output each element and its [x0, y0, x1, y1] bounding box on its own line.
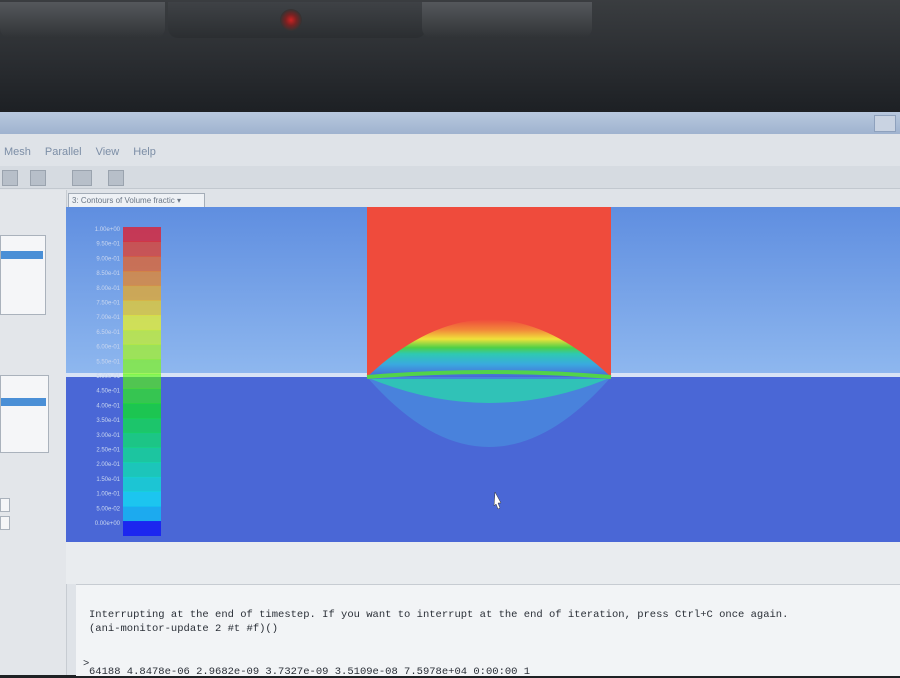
view-dropdown-label: 3: Contours of Volume fractic — [72, 196, 175, 205]
webcam-icon — [280, 9, 302, 31]
legend-label: 6.00e-01 — [96, 345, 120, 351]
menu-item-help[interactable]: Help — [133, 146, 156, 164]
legend-color-swatch — [123, 506, 161, 522]
legend-label: 9.00e-01 — [96, 256, 120, 262]
legend-label: 7.50e-01 — [96, 301, 120, 307]
legend-label: 1.00e-01 — [96, 492, 120, 498]
legend-label: 3.50e-01 — [96, 418, 120, 424]
menu-item-mesh[interactable]: Mesh — [4, 146, 31, 164]
legend-color-swatch — [123, 241, 161, 257]
legend-color-swatch — [123, 403, 161, 419]
toolbar-layout-icon[interactable] — [72, 170, 92, 186]
legend-color-swatch — [123, 271, 161, 287]
legend-label: 7.00e-01 — [96, 315, 120, 321]
legend-color-swatch — [123, 491, 161, 507]
legend-label: 5.00e-01 — [96, 374, 120, 380]
legend-label: 8.50e-01 — [96, 271, 120, 277]
legend-label: 5.00e-02 — [96, 506, 120, 512]
legend-color-swatch — [123, 521, 161, 536]
legend-color-swatch — [123, 329, 161, 345]
outline-panel — [0, 190, 67, 675]
tree-list-top[interactable] — [0, 235, 46, 315]
panel-button[interactable] — [0, 498, 10, 512]
legend-label: 8.00e-01 — [96, 286, 120, 292]
window-close-button[interactable] — [874, 115, 896, 132]
legend-color-swatch — [123, 315, 161, 331]
toolbar-window-icon[interactable] — [30, 170, 46, 186]
viewport-footer — [66, 542, 900, 584]
legend-label: 2.00e-01 — [96, 462, 120, 468]
console-panel[interactable]: Interrupting at the end of timestep. If … — [76, 584, 900, 678]
toolbar-camera-icon[interactable] — [108, 170, 124, 186]
legend-label: 5.50e-01 — [96, 359, 120, 365]
legend-color-swatch — [123, 359, 161, 375]
tree-selected-row[interactable] — [1, 251, 43, 259]
legend-label: 1.00e+00 — [95, 227, 121, 233]
legend-color-swatch — [123, 447, 161, 463]
legend-color-swatch — [123, 344, 161, 360]
toolbar-arrow-icon[interactable] — [2, 170, 18, 186]
window-titlebar — [0, 112, 900, 134]
contour-plot: 1.00e+00 9.50e-01 9.00e-01 8.50e-01 8.00e-01… — [66, 207, 900, 542]
legend-label: 4.00e-01 — [96, 403, 120, 409]
legend-color-swatch — [123, 476, 161, 492]
legend-color-swatch — [123, 388, 161, 404]
menu-bar: Mesh Parallel View Help — [0, 146, 900, 164]
menu-item-parallel[interactable]: Parallel — [45, 146, 82, 164]
legend-label: 0.00e+00 — [95, 521, 121, 527]
legend-label: 4.50e-01 — [96, 389, 120, 395]
legend-color-swatch — [123, 256, 161, 272]
tree-list-bottom[interactable] — [0, 375, 49, 453]
graphics-viewport[interactable]: 1.00e+00 9.50e-01 9.00e-01 8.50e-01 8.00e-01… — [66, 207, 900, 542]
menu-item-view[interactable]: View — [96, 146, 120, 164]
console-line: Interrupting at the end of timestep. If … — [89, 609, 789, 621]
legend-color-swatch — [123, 432, 161, 448]
legend-color-swatch — [123, 418, 161, 434]
legend-color-swatch — [123, 300, 161, 316]
panel-button[interactable] — [0, 516, 10, 530]
toolbar — [0, 166, 900, 189]
legend-color-swatch — [123, 374, 161, 389]
tree-selected-row[interactable] — [1, 398, 46, 406]
legend-label: 2.50e-01 — [96, 448, 120, 454]
console-line: (ani-monitor-update 2 #t #f)() — [89, 623, 279, 635]
legend-color-swatch — [123, 285, 161, 301]
legend-label: 6.50e-01 — [96, 330, 120, 336]
console-line: 64188 4.8478e-06 2.9682e-09 3.7327e-09 3… — [89, 666, 531, 678]
legend-label: 1.50e-01 — [96, 477, 120, 483]
bezel-hinge-right — [422, 2, 592, 38]
monitor-screen: Mesh Parallel View Help 3: Contours of V… — [0, 112, 900, 678]
laptop-bezel — [0, 0, 900, 112]
bezel-hinge-left — [0, 2, 165, 38]
legend-label: 9.50e-01 — [96, 242, 120, 248]
legend-label: 3.00e-01 — [96, 433, 120, 439]
legend-color-swatch — [123, 462, 161, 478]
legend-color-swatch — [123, 227, 161, 242]
